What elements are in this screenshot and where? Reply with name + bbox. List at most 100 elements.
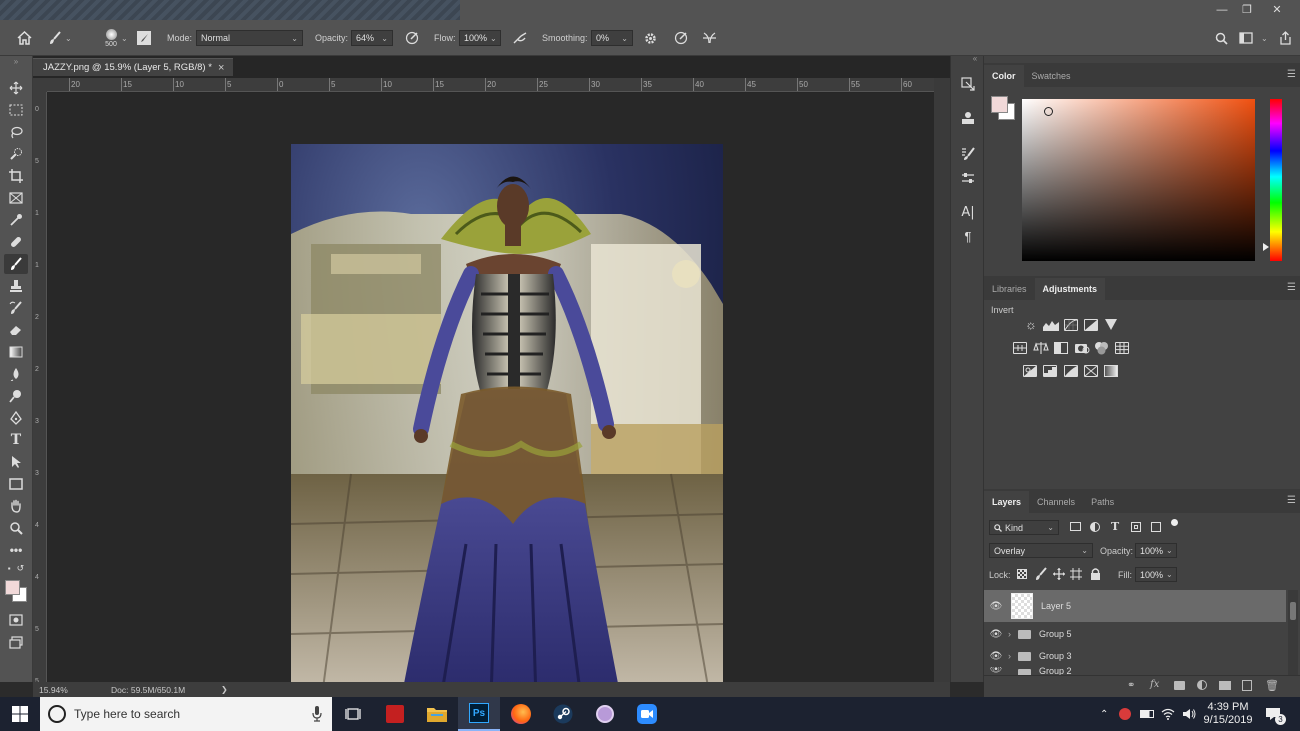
hand-tool-icon[interactable] xyxy=(4,496,28,516)
panel-menu-icon[interactable]: ☰ xyxy=(1287,282,1296,293)
photo-filter-icon[interactable] xyxy=(1074,341,1090,355)
taskbar-firefox[interactable] xyxy=(500,697,542,731)
panel-collapse-icon[interactable]: » xyxy=(4,56,28,66)
workspace-caret[interactable]: ⌄ xyxy=(1258,20,1268,56)
document-canvas-image[interactable] xyxy=(291,144,723,704)
taskbar-app-purple[interactable] xyxy=(584,697,626,731)
color-field[interactable] xyxy=(1022,99,1255,261)
eye-icon[interactable]: 👁 xyxy=(984,651,1008,662)
black-white-icon[interactable] xyxy=(1054,342,1068,354)
layers-scrollbar-thumb[interactable] xyxy=(1290,602,1296,620)
brush-settings-panel-icon[interactable] xyxy=(958,168,978,188)
more-tools-icon[interactable]: ••• xyxy=(4,540,28,560)
tray-volume-icon[interactable] xyxy=(1182,697,1196,731)
hue-slider-arrow-icon[interactable] xyxy=(1263,243,1269,251)
selective-color-icon[interactable] xyxy=(1084,365,1098,377)
panel-menu-icon[interactable]: ☰ xyxy=(1287,495,1296,506)
taskbar-app-red[interactable] xyxy=(374,697,416,731)
eye-icon[interactable]: 👁 xyxy=(984,667,1008,675)
brush-tool-icon[interactable] xyxy=(4,254,28,274)
minimize-button[interactable]: — xyxy=(1208,0,1236,20)
marquee-tool-icon[interactable] xyxy=(4,100,28,120)
layer-name[interactable]: Group 2 xyxy=(1039,667,1072,675)
restore-button[interactable]: ❐ xyxy=(1233,0,1261,20)
chevron-right-icon[interactable]: › xyxy=(1008,629,1016,639)
document-tab[interactable]: JAZZY.png @ 15.9% (Layer 5, RGB/8) * × xyxy=(33,58,233,76)
hue-saturation-icon[interactable] xyxy=(1013,342,1027,354)
taskbar-clock[interactable]: 4:39 PM 9/15/2019 xyxy=(1202,697,1254,731)
color-balance-icon[interactable] xyxy=(1033,341,1049,355)
blend-mode-dropdown[interactable]: Overlay ⌄ xyxy=(989,543,1093,558)
foreground-color-swatch[interactable] xyxy=(5,580,20,595)
mode-dropdown[interactable]: Normal ⌄ xyxy=(196,20,303,56)
screen-mode-icon[interactable] xyxy=(4,632,28,652)
flow-field[interactable]: 100% ⌄ xyxy=(459,20,501,56)
color-lookup-icon[interactable] xyxy=(1115,342,1129,354)
brush-settings-panel-toggle[interactable] xyxy=(137,20,153,56)
action-center-button[interactable]: 3 xyxy=(1265,697,1286,731)
airbrush-icon[interactable] xyxy=(510,20,530,56)
chevron-right-icon[interactable]: › xyxy=(1008,651,1016,661)
layer-row[interactable]: 👁 › Group 3 xyxy=(984,645,1286,667)
new-group-icon[interactable] xyxy=(1219,681,1231,690)
layer-row[interactable]: 👁 Group 2 xyxy=(984,667,1286,675)
lock-artboard-icon[interactable] xyxy=(1070,568,1082,580)
levels-icon[interactable] xyxy=(1043,319,1059,331)
fill-field[interactable]: 100% ⌄ xyxy=(1135,567,1177,582)
swap-arrow-icon[interactable]: ↺ xyxy=(17,563,25,574)
gradient-map-icon[interactable] xyxy=(1104,365,1118,377)
start-button[interactable] xyxy=(0,697,40,731)
healing-brush-tool-icon[interactable] xyxy=(4,232,28,252)
share-icon[interactable] xyxy=(1276,20,1294,56)
tab-adjustments[interactable]: Adjustments xyxy=(1034,278,1106,300)
color-picker-marker[interactable] xyxy=(1044,107,1053,116)
close-window-button[interactable]: ✕ xyxy=(1263,0,1291,20)
pressure-size-icon[interactable] xyxy=(672,20,690,56)
task-view-button[interactable] xyxy=(332,697,374,731)
status-arrow-icon[interactable]: ❯ xyxy=(221,685,228,694)
character-panel-icon[interactable]: A| xyxy=(958,202,978,222)
crop-tool-icon[interactable] xyxy=(4,166,28,186)
layer-kind-filter[interactable]: Kind ⌄ xyxy=(989,520,1059,535)
pressure-opacity-icon[interactable] xyxy=(403,20,421,56)
lock-transparency-icon[interactable] xyxy=(1017,569,1027,579)
vibrance-icon[interactable] xyxy=(1105,319,1117,330)
filter-shape-icon[interactable] xyxy=(1131,522,1141,532)
search-icon[interactable] xyxy=(1212,20,1230,56)
type-tool-icon[interactable]: T xyxy=(4,430,28,450)
tab-swatches[interactable]: Swatches xyxy=(1024,65,1079,87)
tab-color[interactable]: Color xyxy=(984,65,1024,87)
swap-colors-icon[interactable]: ▪ ↺ xyxy=(4,562,28,574)
rectangle-tool-icon[interactable] xyxy=(4,474,28,494)
canvas-pasteboard[interactable] xyxy=(48,93,934,704)
invert-icon[interactable] xyxy=(1023,365,1037,377)
path-selection-tool-icon[interactable] xyxy=(4,452,28,472)
brush-tool-preset-picker[interactable]: ⌄ xyxy=(48,20,80,56)
channel-mixer-icon[interactable] xyxy=(1094,341,1109,355)
tab-paths[interactable]: Paths xyxy=(1083,491,1122,513)
dodge-tool-icon[interactable] xyxy=(4,386,28,406)
new-adjustment-layer-icon[interactable] xyxy=(1197,680,1207,690)
filter-type-icon[interactable]: T xyxy=(1111,520,1119,533)
filter-toggle-icon[interactable] xyxy=(1171,519,1178,526)
lasso-tool-icon[interactable] xyxy=(4,122,28,142)
trash-icon[interactable]: 🗑 xyxy=(1265,679,1279,692)
tab-layers[interactable]: Layers xyxy=(984,491,1030,513)
move-tool-icon[interactable] xyxy=(4,78,28,98)
panel-menu-icon[interactable]: ☰ xyxy=(1287,69,1296,80)
zoom-level[interactable]: 15.94% xyxy=(39,685,68,695)
tray-antivirus-icon[interactable] xyxy=(1119,697,1131,731)
brushes-panel-icon[interactable] xyxy=(958,144,978,164)
taskbar-file-explorer[interactable] xyxy=(416,697,458,731)
history-panel-icon[interactable] xyxy=(958,74,978,94)
quick-selection-tool-icon[interactable] xyxy=(4,144,28,164)
eraser-tool-icon[interactable] xyxy=(4,320,28,340)
eye-icon[interactable]: 👁 xyxy=(984,601,1008,612)
taskbar-search-box[interactable]: Type here to search xyxy=(40,697,332,731)
hue-slider[interactable] xyxy=(1270,99,1282,261)
clone-stamp-tool-icon[interactable] xyxy=(4,276,28,296)
fx-icon[interactable]: fx xyxy=(1150,679,1159,690)
history-brush-tool-icon[interactable] xyxy=(4,298,28,318)
taskbar-steam[interactable] xyxy=(542,697,584,731)
curves-icon[interactable] xyxy=(1064,319,1078,331)
